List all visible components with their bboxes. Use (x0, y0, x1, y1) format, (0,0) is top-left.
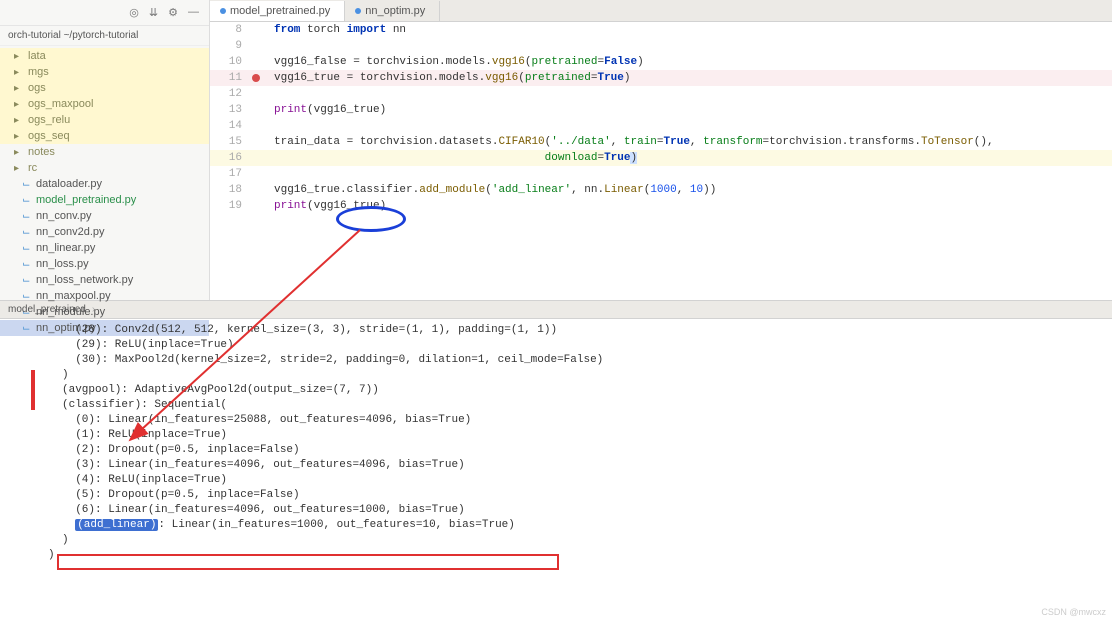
tree-folder[interactable]: ▸ogs_maxpool (0, 96, 209, 112)
console-line: (30): MaxPool2d(kernel_size=2, stride=2,… (2, 353, 1110, 368)
settings-gear-icon[interactable]: ⚙ (168, 6, 178, 19)
tree-folder[interactable]: ▸ogs_relu (0, 112, 209, 128)
tree-file[interactable]: ⌙dataloader.py (0, 176, 209, 192)
console-line: ) (2, 368, 1110, 383)
editor-tabs: model_pretrained.pynn_optim.py (210, 0, 1112, 22)
watermark: CSDN @mwcxz (1041, 607, 1106, 617)
annotation-bar (31, 370, 35, 410)
console-line: (2): Dropout(p=0.5, inplace=False) (2, 443, 1110, 458)
console-line: (avgpool): AdaptiveAvgPool2d(output_size… (2, 383, 1110, 398)
tree-folder[interactable]: ▸ogs (0, 80, 209, 96)
file-tree[interactable]: ▸lata▸mgs▸ogs▸ogs_maxpool▸ogs_relu▸ogs_s… (0, 46, 209, 338)
annotation-circle (336, 206, 406, 232)
chevron-right-icon: › (92, 304, 95, 315)
sidebar-toolbar: ◎ ⇊ ⚙ — (0, 0, 209, 26)
console-line: (5): Dropout(p=0.5, inplace=False) (2, 488, 1110, 503)
project-sidebar: ◎ ⇊ ⚙ — orch-tutorial ~/pytorch-tutorial… (0, 0, 210, 300)
tree-folder[interactable]: ▸ogs_seq (0, 128, 209, 144)
tree-file[interactable]: ⌙nn_maxpool.py (0, 288, 209, 304)
console-line: (29): ReLU(inplace=True) (2, 338, 1110, 353)
tree-file[interactable]: ⌙nn_conv.py (0, 208, 209, 224)
console-line: (28): Conv2d(512, 512, kernel_size=(3, 3… (2, 323, 1110, 338)
collapse-icon[interactable]: ⇊ (149, 6, 158, 19)
console-output[interactable]: (28): Conv2d(512, 512, kernel_size=(3, 3… (0, 319, 1112, 567)
output-tab-label[interactable]: model_pretrained (8, 304, 86, 315)
breakpoint-icon (250, 70, 262, 86)
console-line: ) (2, 533, 1110, 548)
code-editor[interactable]: 8from torch import nn 9 10vgg16_false = … (210, 22, 1112, 300)
editor-area: model_pretrained.pynn_optim.py 8from tor… (210, 0, 1112, 300)
tree-folder[interactable]: ▸rc (0, 160, 209, 176)
tree-file[interactable]: ⌙nn_conv2d.py (0, 224, 209, 240)
tree-file[interactable]: ⌙nn_loss.py (0, 256, 209, 272)
hide-icon[interactable]: — (188, 6, 199, 19)
editor-tab[interactable]: nn_optim.py (345, 1, 440, 21)
tree-file[interactable]: ⌙nn_loss_network.py (0, 272, 209, 288)
annotation-box (57, 554, 559, 570)
console-line: (classifier): Sequential( (2, 398, 1110, 413)
console-line: (6): Linear(in_features=4096, out_featur… (2, 503, 1110, 518)
console-line: (1): ReLU(inplace=True) (2, 428, 1110, 443)
tree-folder[interactable]: ▸notes (0, 144, 209, 160)
console-line: (3): Linear(in_features=4096, out_featur… (2, 458, 1110, 473)
target-icon[interactable]: ◎ (129, 6, 139, 19)
console-line: (add_linear): Linear(in_features=1000, o… (2, 518, 1110, 533)
editor-tab[interactable]: model_pretrained.py (210, 1, 345, 21)
console-line: (0): Linear(in_features=25088, out_featu… (2, 413, 1110, 428)
tree-file[interactable]: ⌙model_pretrained.py (0, 192, 209, 208)
tree-file[interactable]: ⌙nn_linear.py (0, 240, 209, 256)
tree-folder[interactable]: ▸lata (0, 48, 209, 64)
console-line: (4): ReLU(inplace=True) (2, 473, 1110, 488)
tree-folder[interactable]: ▸mgs (0, 64, 209, 80)
project-breadcrumb: orch-tutorial ~/pytorch-tutorial (0, 26, 209, 46)
